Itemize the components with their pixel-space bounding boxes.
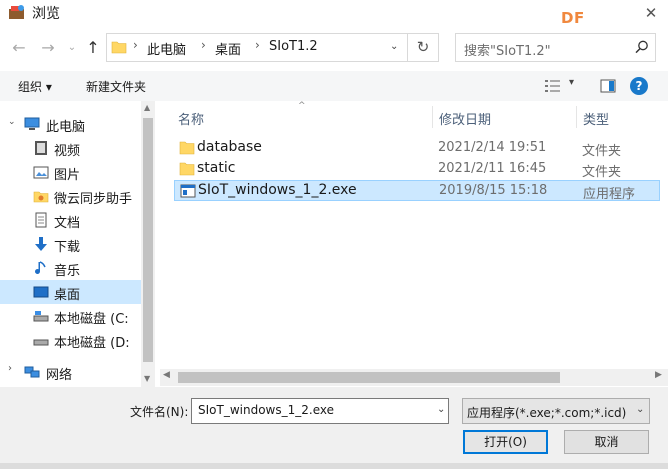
forward-arrow-icon[interactable]: →: [37, 38, 59, 58]
filetype-select[interactable]: 应用程序(*.exe;*.com;*.icd): [462, 398, 650, 424]
file-row-static[interactable]: static 2021/2/11 16:45 文件夹: [174, 159, 660, 180]
file-type: 文件夹: [582, 165, 622, 180]
view-options-icon[interactable]: [544, 78, 562, 94]
sidebar-item-downloads[interactable]: 下载: [0, 232, 141, 256]
breadcrumb-desktop[interactable]: 桌面: [215, 39, 241, 58]
column-header-type[interactable]: 类型: [583, 109, 609, 128]
command-toolbar: 组织 ▾ 新建文件夹 ▾ ?: [0, 71, 668, 101]
file-row-siot-exe[interactable]: SIoT_windows_1_2.exe 2019/8/15 15:18 应用程…: [174, 180, 660, 202]
sidebar-item-label: 视频: [54, 144, 81, 159]
filename-label: 文件名(N):: [130, 405, 189, 419]
sidebar-item-label: 下载: [54, 240, 81, 255]
breadcrumb-this-pc[interactable]: 此电脑: [147, 39, 186, 58]
column-header-date[interactable]: 修改日期: [439, 109, 491, 128]
sidebar-item-label: 网络: [46, 368, 73, 383]
computer-icon: [24, 117, 40, 130]
sidebar-item-label: 本地磁盘 (D:: [54, 336, 130, 351]
back-arrow-icon[interactable]: ←: [8, 38, 30, 58]
filename-input[interactable]: SIoT_windows_1_2.exe: [191, 398, 449, 424]
refresh-icon[interactable]: ↻: [408, 33, 439, 62]
filetype-dropdown-icon[interactable]: ⌄: [636, 404, 644, 415]
video-icon: [35, 141, 47, 155]
sort-ascending-icon: ^: [298, 101, 306, 111]
sidebar-item-music[interactable]: 音乐: [0, 256, 141, 280]
sidebar-item-label: 桌面: [54, 288, 81, 303]
folder-icon: [179, 162, 195, 176]
sidebar-item-drive-d[interactable]: 本地磁盘 (D:: [0, 328, 141, 352]
address-dropdown-icon[interactable]: ⌄: [390, 41, 398, 52]
close-icon[interactable]: ✕: [636, 3, 666, 25]
recent-caret-icon[interactable]: ⌄: [61, 38, 83, 58]
file-row-database[interactable]: database 2021/2/14 19:51 文件夹: [174, 138, 660, 159]
pictures-icon: [33, 166, 49, 179]
sidebar-item-label: 文档: [54, 216, 81, 231]
search-input[interactable]: 搜索"SIoT1.2": [455, 33, 656, 62]
download-icon: [35, 237, 47, 251]
expand-chevron-icon[interactable]: ⌄: [8, 117, 16, 127]
file-name: SIoT_windows_1_2.exe: [198, 182, 357, 198]
view-dropdown-icon[interactable]: ▾: [569, 77, 574, 88]
background-strip: [0, 463, 668, 469]
sidebar-item-documents[interactable]: 文档: [0, 208, 141, 232]
app-icon: [9, 5, 24, 19]
documents-icon: [35, 212, 47, 228]
breadcrumb-separator: ›: [255, 38, 260, 52]
address-bar[interactable]: › 此电脑 › 桌面 › SIoT1.2 ⌄: [106, 33, 408, 62]
horizontal-scroll-thumb[interactable]: [178, 372, 560, 383]
column-divider[interactable]: [576, 106, 577, 128]
preview-pane-icon[interactable]: [600, 78, 616, 94]
weiyun-icon: [33, 191, 49, 203]
file-date: 2021/2/14 19:51: [438, 140, 547, 155]
sidebar-scroll-thumb[interactable]: [143, 118, 153, 362]
file-type: 应用程序: [583, 187, 636, 202]
breadcrumb-separator: ›: [201, 38, 206, 52]
folder-icon: [179, 141, 195, 155]
search-placeholder: 搜索"SIoT1.2": [464, 44, 551, 59]
scroll-down-icon[interactable]: ▼: [144, 374, 150, 383]
new-folder-button[interactable]: 新建文件夹: [86, 78, 146, 95]
sidebar-item-label: 本地磁盘 (C:: [54, 312, 129, 327]
file-name: static: [197, 160, 236, 176]
sidebar-item-desktop[interactable]: 桌面: [0, 280, 141, 304]
sidebar-item-videos[interactable]: 视频: [0, 136, 141, 160]
column-divider[interactable]: [432, 106, 433, 128]
open-button[interactable]: 打开(O): [463, 430, 548, 454]
sidebar-item-label: 此电脑: [46, 120, 86, 135]
sidebar-item-label: 微云同步助手: [54, 192, 133, 207]
music-icon: [35, 261, 46, 274]
column-header-name[interactable]: 名称: [178, 109, 204, 128]
sidebar-item-network[interactable]: › 网络: [0, 360, 141, 384]
search-icon: [635, 40, 648, 54]
window-title: 浏览: [32, 6, 60, 22]
scroll-right-icon[interactable]: ▶: [655, 370, 662, 380]
watermark-logo: DF: [561, 9, 585, 27]
sidebar-item-weiyun[interactable]: 微云同步助手: [0, 184, 141, 208]
up-arrow-icon[interactable]: ↑: [82, 38, 104, 58]
folder-icon: [111, 41, 127, 54]
desktop-icon: [33, 286, 49, 298]
drive-icon: [33, 311, 49, 322]
sidebar-item-this-pc[interactable]: ⌄ 此电脑: [0, 112, 141, 136]
drive-icon: [33, 339, 49, 346]
breadcrumb-current-folder[interactable]: SIoT1.2: [269, 39, 318, 54]
organize-button[interactable]: 组织 ▾: [18, 78, 52, 95]
filename-dropdown-icon[interactable]: ⌄: [437, 404, 445, 415]
file-date: 2019/8/15 15:18: [439, 183, 548, 198]
file-date: 2021/2/11 16:45: [438, 161, 547, 176]
sidebar-item-label: 图片: [54, 168, 81, 183]
network-icon: [24, 366, 40, 378]
sidebar-item-drive-c[interactable]: 本地磁盘 (C:: [0, 304, 141, 328]
scroll-up-icon[interactable]: ▲: [144, 103, 150, 112]
sidebar-item-pictures[interactable]: 图片: [0, 160, 141, 184]
file-type: 文件夹: [582, 144, 622, 159]
help-icon[interactable]: ?: [630, 77, 648, 95]
file-name: database: [197, 139, 262, 155]
breadcrumb-separator: ›: [133, 38, 138, 52]
exe-icon: [180, 184, 196, 198]
scroll-left-icon[interactable]: ◀: [163, 370, 170, 380]
sidebar-item-label: 音乐: [54, 264, 81, 279]
cancel-button[interactable]: 取消: [564, 430, 649, 454]
expand-chevron-icon[interactable]: ›: [8, 363, 12, 374]
